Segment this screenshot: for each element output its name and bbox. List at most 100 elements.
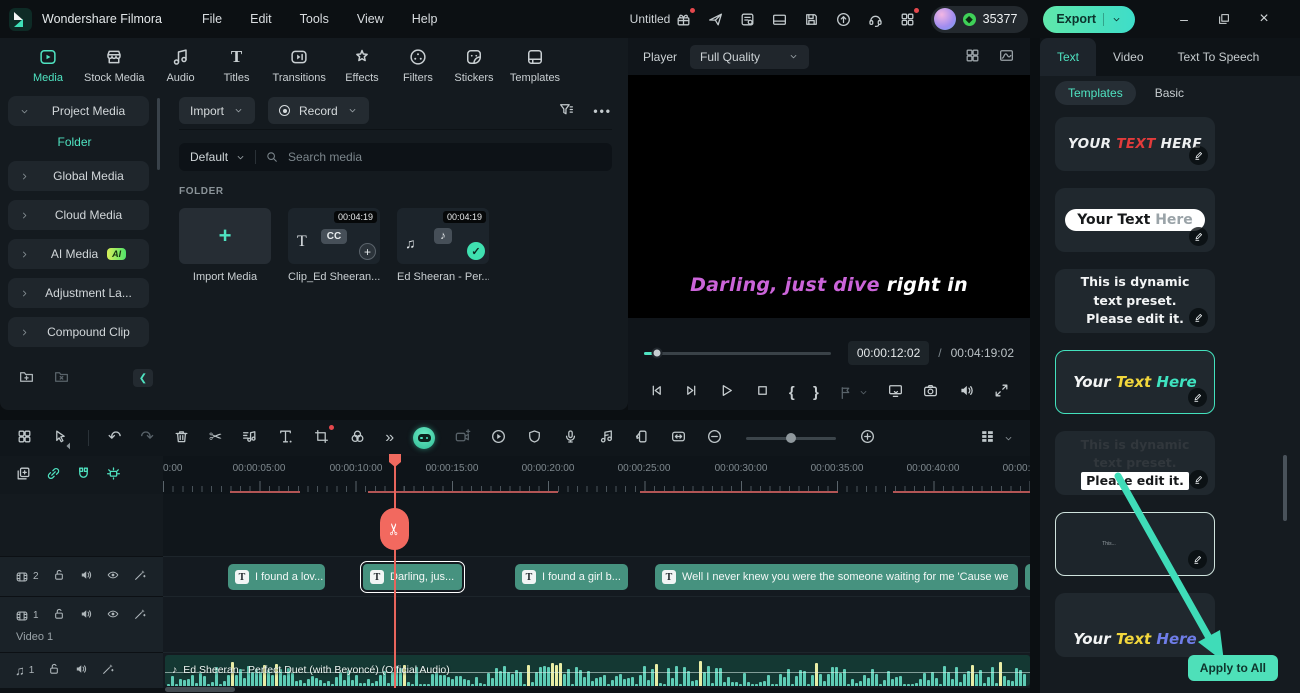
undo-icon[interactable]: ↶ [108, 430, 121, 446]
subtitle-clip-card[interactable]: T CC 00:04:19 + Clip_Ed Sheeran... [288, 208, 380, 283]
previous-frame-button[interactable] [648, 382, 665, 402]
mute-icon[interactable] [79, 607, 93, 624]
color-match-icon[interactable] [349, 428, 366, 448]
text-template-card[interactable]: This is dynamic text preset. Please edit… [1055, 269, 1215, 333]
upload-icon[interactable] [835, 11, 852, 28]
render-queue-icon[interactable] [739, 11, 756, 28]
sidebar-item-folder[interactable]: Folder [0, 135, 149, 149]
tab-transitions[interactable]: Transitions [267, 47, 332, 84]
record-button[interactable]: Record [268, 97, 369, 124]
timeline-ruler[interactable]: 00:00:00 00:00:05:00 00:00:10:00 00:00:1… [163, 456, 1030, 494]
sidebar-item-project-media[interactable]: Project Media [8, 96, 149, 126]
audio-stretch-icon[interactable] [598, 428, 615, 448]
tab-stock-media[interactable]: Stock Media [78, 47, 151, 84]
add-track-icon[interactable] [15, 465, 32, 485]
lock-icon[interactable] [52, 568, 66, 585]
support-icon[interactable] [867, 11, 884, 28]
account-coins[interactable]: ◆ 35377 [930, 5, 1029, 33]
minimize-button[interactable]: – [1164, 0, 1204, 38]
save-icon[interactable] [803, 11, 820, 28]
voiceover-icon[interactable] [562, 428, 579, 448]
delete-folder-icon[interactable] [53, 368, 70, 388]
edit-icon[interactable] [1189, 470, 1208, 489]
subtitle-clip[interactable]: T I found a lov... [228, 564, 325, 590]
scopes-icon[interactable] [998, 47, 1015, 67]
mute-icon[interactable] [74, 662, 88, 679]
text-template-card[interactable]: Your Text Here [1055, 593, 1215, 657]
menu-tools[interactable]: Tools [286, 0, 343, 38]
render-preview-icon[interactable] [837, 384, 869, 401]
add-to-timeline-icon[interactable]: + [359, 243, 376, 260]
tab-text-to-speech[interactable]: Text To Speech [1161, 38, 1277, 76]
more-tools-icon[interactable]: » [385, 430, 394, 446]
menu-edit[interactable]: Edit [236, 0, 286, 38]
maximize-button[interactable] [1204, 0, 1244, 38]
link-clips-icon[interactable] [45, 465, 62, 485]
panel-scrollbar[interactable] [1283, 455, 1287, 521]
track-wand-icon[interactable] [101, 662, 115, 679]
text-template-card-selected[interactable]: Your Text Here [1055, 350, 1215, 414]
crop-tool-icon[interactable] [313, 425, 335, 448]
sidebar-item-ai-media[interactable]: AI Media AI [8, 239, 149, 269]
zoom-out-icon[interactable] [706, 428, 723, 448]
subtitle-clip-selected[interactable]: T Darling, jus... [360, 561, 465, 593]
play-button[interactable] [718, 382, 735, 402]
track-wand-icon[interactable] [133, 607, 147, 624]
zoom-knob[interactable] [786, 433, 797, 443]
mark-in-icon[interactable]: { [789, 384, 795, 401]
lock-icon[interactable] [52, 607, 66, 624]
zoom-in-icon[interactable] [859, 428, 876, 448]
apply-to-all-button[interactable]: Apply to All [1187, 655, 1278, 681]
subtab-templates[interactable]: Templates [1055, 81, 1136, 105]
speed-ramp-icon[interactable] [454, 428, 471, 448]
timeline-horizontal-scrollbar[interactable] [165, 687, 235, 692]
text-tool-icon[interactable] [277, 428, 294, 448]
beat-detect-icon[interactable] [241, 428, 258, 448]
more-options-icon[interactable]: ••• [593, 104, 612, 118]
menu-file[interactable]: File [188, 0, 236, 38]
redo-icon[interactable]: ↷ [140, 430, 153, 446]
tab-audio[interactable]: Audio [155, 47, 207, 84]
snapshot-icon[interactable] [922, 382, 939, 402]
snap-magnet-icon[interactable] [75, 465, 92, 485]
cut-at-playhead-button[interactable]: ✂ [380, 508, 409, 550]
apps-grid-icon[interactable] [899, 7, 919, 28]
split-icon[interactable]: ✂ [209, 430, 222, 446]
mark-out-icon[interactable]: } [813, 384, 819, 401]
sidebar-item-compound-clip[interactable]: Compound Clip [8, 317, 149, 347]
multi-view-icon[interactable] [964, 47, 981, 67]
import-media-card[interactable]: + Import Media [179, 208, 271, 283]
close-button[interactable]: × [1244, 0, 1284, 38]
subtitle-clip[interactable]: T Well I never knew you were the someone… [655, 564, 1018, 590]
tab-text[interactable]: Text [1040, 38, 1097, 76]
visibility-icon[interactable] [106, 607, 120, 624]
sidebar-item-adjustment-layer[interactable]: Adjustment La... [8, 278, 149, 308]
sidebar-item-cloud-media[interactable]: Cloud Media [8, 200, 149, 230]
workspace-layout-icon[interactable] [16, 428, 33, 448]
tab-video[interactable]: Video [1096, 38, 1160, 76]
select-tool-icon[interactable] [52, 428, 69, 448]
text-template-card[interactable]: YOUR TEXT HERE [1055, 117, 1215, 171]
preview-screen[interactable]: Darling, just dive right in [628, 75, 1030, 318]
visibility-icon[interactable] [106, 568, 120, 585]
audio-clip-card[interactable]: ♫ ♪ 00:04:19 ✓ Ed Sheeran - Per... [397, 208, 489, 283]
tab-stickers[interactable]: Stickers [448, 47, 500, 84]
sidebar-scrollbar[interactable] [157, 98, 160, 170]
tab-effects[interactable]: Effects [336, 47, 388, 84]
timeline-zoom-slider[interactable] [746, 433, 837, 443]
menu-help[interactable]: Help [398, 0, 452, 38]
sidebar-item-global-media[interactable]: Global Media [8, 161, 149, 191]
avatar[interactable] [933, 8, 956, 30]
mute-icon[interactable] [79, 568, 93, 585]
text-template-card[interactable]: This is dynamic text preset. Please edit… [1055, 431, 1215, 495]
next-frame-button[interactable] [683, 382, 700, 402]
edit-icon[interactable] [1188, 550, 1207, 569]
share-icon[interactable] [707, 11, 724, 28]
auto-ripple-icon[interactable] [105, 465, 122, 485]
new-folder-icon[interactable] [18, 368, 35, 388]
playhead[interactable]: ✂ [380, 454, 409, 688]
volume-icon[interactable] [958, 382, 975, 402]
edit-icon[interactable] [1189, 308, 1208, 327]
collapse-sidebar-button[interactable]: ❮ [133, 369, 153, 387]
import-plus-icon[interactable]: + [179, 208, 271, 264]
